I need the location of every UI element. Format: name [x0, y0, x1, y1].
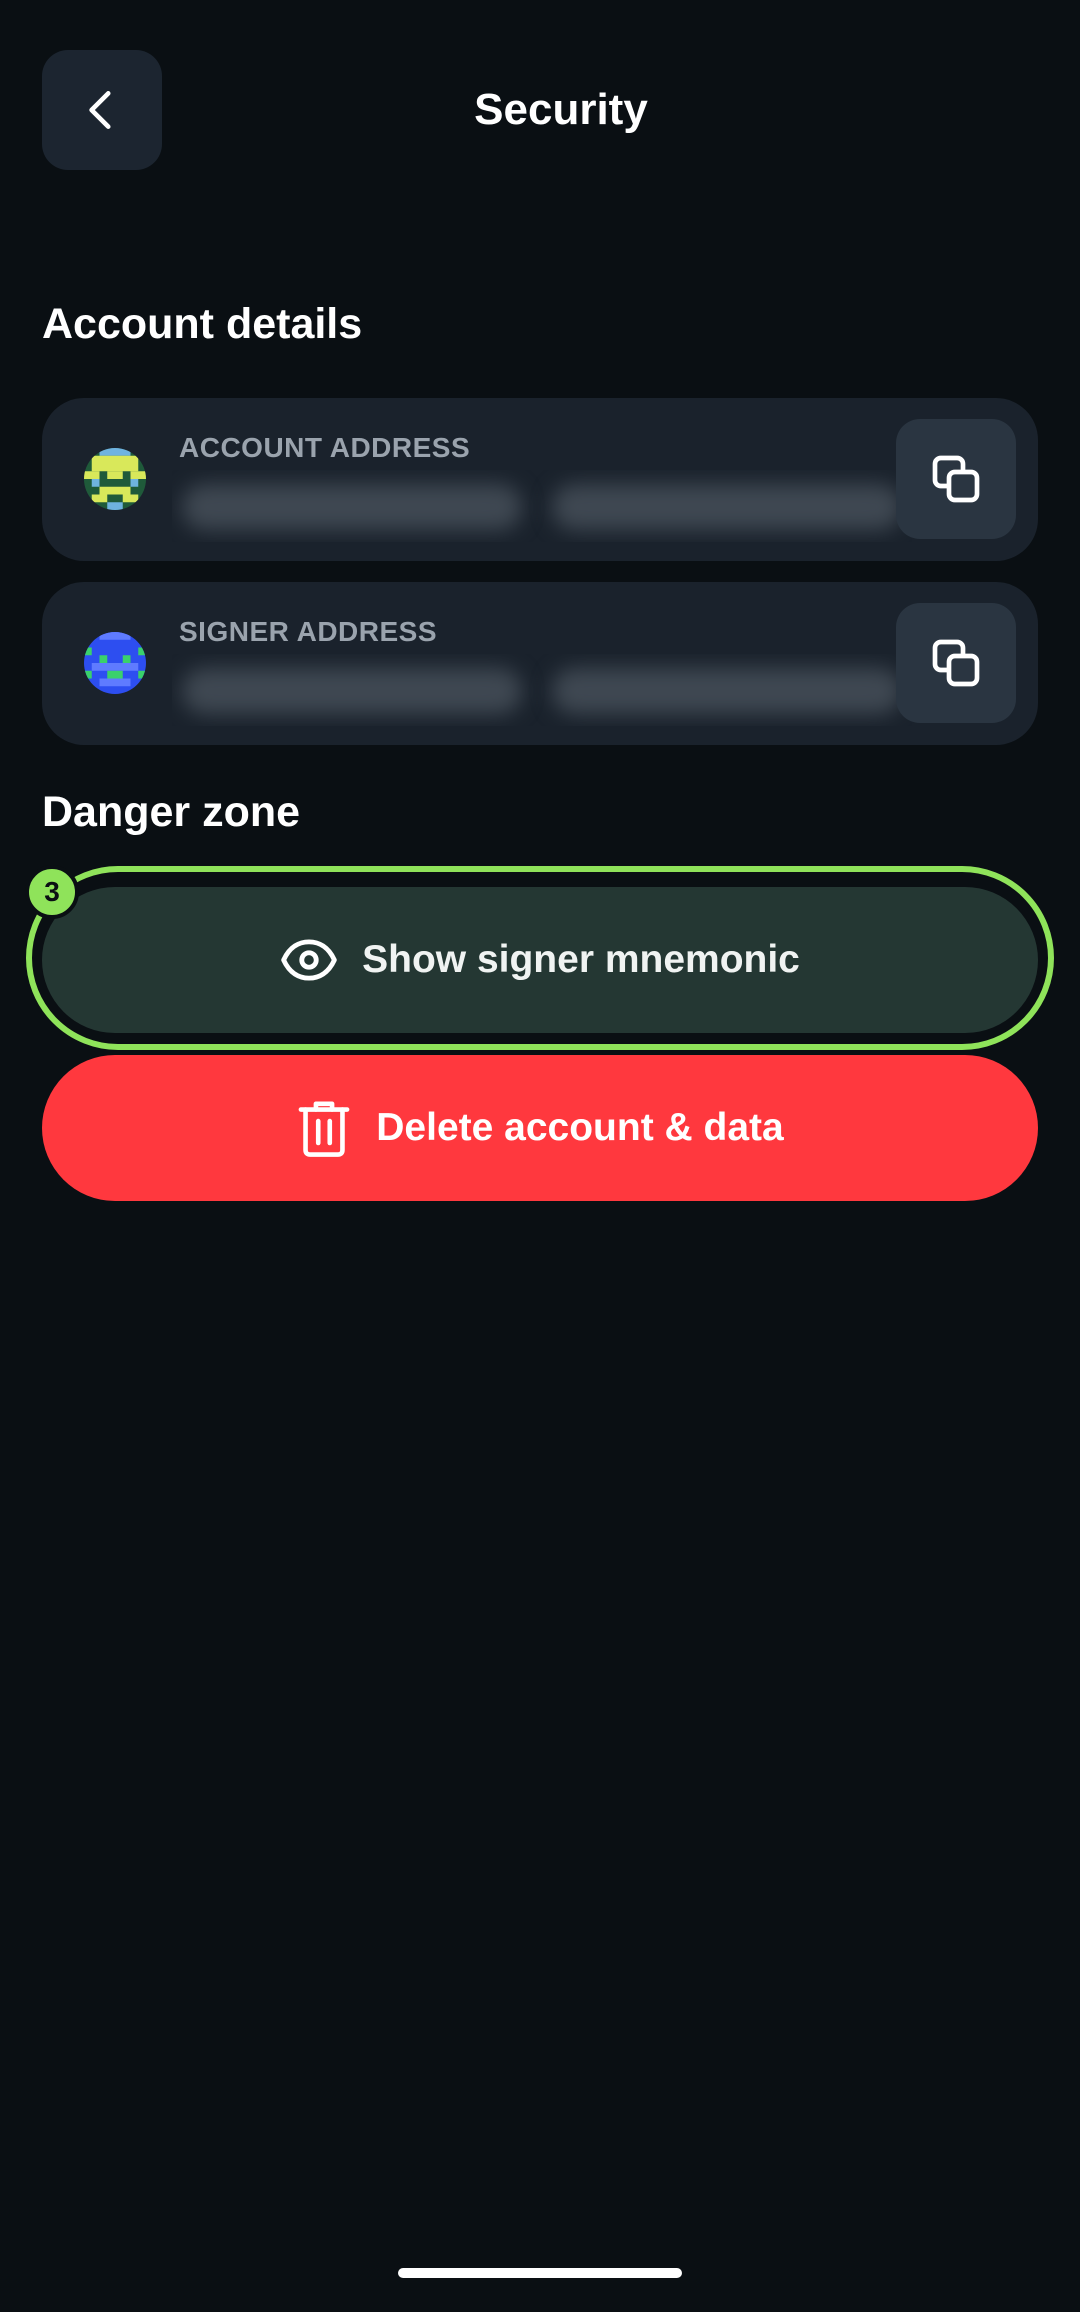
signer-address-card: SIGNER ADDRESS — [42, 582, 1038, 745]
delete-account-button[interactable]: Delete account & data — [42, 1055, 1038, 1201]
step-badge: 3 — [25, 865, 79, 919]
show-signer-mnemonic-label: Show signer mnemonic — [362, 938, 800, 981]
account-details-heading: Account details — [42, 300, 363, 348]
home-indicator[interactable] — [398, 2268, 682, 2278]
eye-icon — [281, 939, 337, 981]
account-address-value — [172, 470, 912, 542]
copy-icon — [932, 639, 980, 687]
show-signer-mnemonic-button[interactable]: Show signer mnemonic — [42, 887, 1038, 1033]
copy-signer-address-button[interactable] — [896, 603, 1016, 723]
account-address-label: ACCOUNT ADDRESS — [179, 432, 471, 463]
copy-icon — [932, 455, 980, 503]
signer-address-value — [172, 654, 912, 726]
signer-address-label: SIGNER ADDRESS — [179, 616, 438, 647]
signer-avatar — [84, 632, 146, 694]
delete-account-label: Delete account & data — [376, 1106, 784, 1149]
account-avatar — [84, 448, 146, 510]
trash-icon — [298, 1101, 350, 1157]
page-title: Security — [474, 85, 648, 134]
account-address-card: ACCOUNT ADDRESS — [42, 398, 1038, 561]
danger-zone-heading: Danger zone — [42, 788, 301, 836]
copy-account-address-button[interactable] — [896, 419, 1016, 539]
